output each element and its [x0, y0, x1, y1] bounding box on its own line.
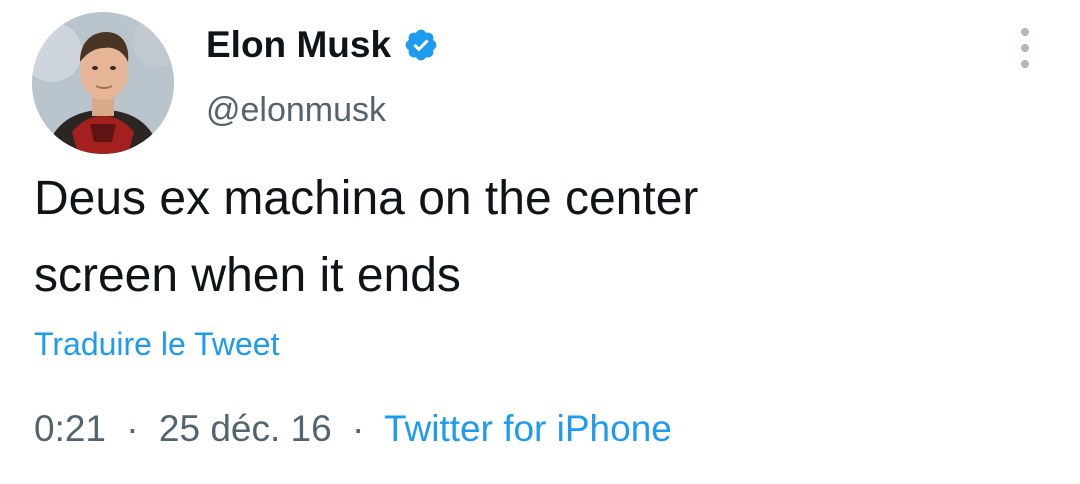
- tweet-card: Elon Musk @elonmusk Deus ex machina on t…: [0, 0, 1080, 484]
- author-name-row[interactable]: Elon Musk: [206, 22, 439, 68]
- author-display-name[interactable]: Elon Musk: [206, 22, 391, 68]
- avatar[interactable]: [32, 12, 174, 154]
- more-dot: [1021, 60, 1029, 68]
- avatar-image: [32, 12, 174, 154]
- more-options-icon[interactable]: [1012, 28, 1038, 68]
- verified-badge-icon: [403, 27, 439, 63]
- author-handle[interactable]: @elonmusk: [206, 88, 386, 132]
- more-dot: [1021, 28, 1029, 36]
- meta-separator: ·: [126, 408, 139, 449]
- tweet-time[interactable]: 0:21: [34, 408, 106, 449]
- tweet-meta: 0:21 · 25 déc. 16 · Twitter for iPhone: [34, 406, 672, 452]
- tweet-source-link[interactable]: Twitter for iPhone: [384, 408, 672, 449]
- more-dot: [1021, 44, 1029, 52]
- tweet-date[interactable]: 25 déc. 16: [159, 408, 332, 449]
- meta-separator: ·: [352, 408, 365, 449]
- translate-tweet-link[interactable]: Traduire le Tweet: [34, 324, 279, 364]
- tweet-text: Deus ex machina on the center screen whe…: [34, 172, 699, 302]
